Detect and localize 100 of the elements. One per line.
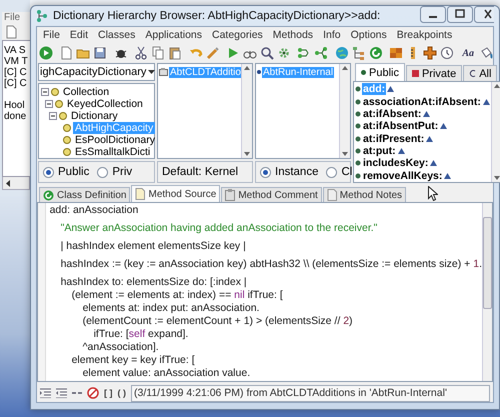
method-item[interactable]: at:ifAbsent:	[362, 108, 422, 120]
code-line: "Answer anAssociation having added anAssociation to the receiver."	[60, 222, 378, 235]
menu-item[interactable]: Methods	[268, 29, 318, 41]
category-icon	[257, 70, 261, 74]
collapse-icon[interactable]	[45, 100, 53, 108]
new-document-icon[interactable]	[59, 46, 74, 60]
grid-icon[interactable]	[389, 46, 403, 60]
code-line: (elementCount := elementCount + 1) > (elementsSize // 2)	[82, 315, 353, 328]
editor-tab[interactable]: Method Notes	[322, 187, 406, 202]
dropdown-caret-icon[interactable]	[148, 70, 156, 74]
menu-item[interactable]: Breakpoints	[392, 29, 458, 41]
method-item[interactable]: removeAllKeys:	[362, 170, 444, 182]
parenthesis-button[interactable]: ( )	[118, 388, 126, 398]
console-line: [C] C	[4, 78, 27, 89]
dot-icon	[361, 70, 366, 75]
globe-icon[interactable]	[334, 46, 349, 60]
collapse-icon[interactable]	[49, 112, 57, 120]
cross-grid-icon[interactable]	[423, 46, 437, 60]
radio-button[interactable]	[260, 166, 271, 178]
clipboard-icon	[225, 189, 236, 201]
maximize-button[interactable]	[447, 6, 473, 23]
code-line: ifTrue: [self expand].	[92, 328, 188, 341]
cut-icon[interactable]	[134, 46, 148, 60]
hook-icon	[469, 70, 476, 77]
tree-item[interactable]: KeyedCollection	[65, 98, 145, 110]
radio-label[interactable]: Public	[58, 166, 90, 178]
document-icon	[135, 188, 146, 200]
tree-item[interactable]: Collection	[61, 86, 112, 98]
scroll-down-icon[interactable]	[342, 152, 348, 156]
default-label: Default: Kernel	[162, 166, 238, 178]
tree-item[interactable]: EsSmalltalkDicti	[73, 146, 152, 158]
hierarchy-icon[interactable]	[352, 46, 366, 60]
clock-icon[interactable]	[440, 46, 454, 60]
menu-item[interactable]: Info	[318, 29, 346, 41]
dashes-icon[interactable]	[72, 391, 82, 395]
run-icon[interactable]	[39, 46, 53, 60]
connector-icon[interactable]	[297, 46, 312, 60]
radio-button[interactable]	[97, 166, 108, 178]
menu-item[interactable]: Options	[346, 29, 392, 41]
radio-label[interactable]: Priv	[112, 166, 132, 178]
radio-label[interactable]: Cl	[341, 166, 352, 178]
code-line: hashIndex to: elementsSize do: [:index |	[60, 276, 247, 289]
window-title: Dictionary Hierarchy Browser: AbtHighCapacityDictionary>>add:	[53, 10, 380, 22]
scroll-up-icon[interactable]	[494, 84, 500, 88]
scroll-up-icon[interactable]	[244, 66, 250, 70]
method-item[interactable]: includesKey:	[362, 157, 430, 170]
status-message: (3/11/1999 4:21:06 PM) from AbtCLDTAdditions in 'AbtRun-Internal'	[131, 384, 490, 402]
notes-icon	[326, 189, 337, 201]
code-line: (element := elements at: index) == nil ifTrue: [	[70, 289, 283, 302]
code-line: add: anAssociation	[50, 204, 138, 217]
method-item[interactable]: associationAt:ifAbsent:	[362, 96, 482, 108]
method-tab[interactable]: Private	[406, 65, 462, 81]
method-item[interactable]: at:ifAbsentPut:	[362, 120, 440, 132]
code-line: element key = key ifTrue: [	[70, 354, 195, 367]
triangle-icon	[398, 148, 405, 154]
editor-tab[interactable]: Method Source	[131, 185, 220, 202]
minimize-button[interactable]	[420, 6, 446, 23]
save-icon[interactable]	[93, 46, 108, 60]
method-tab[interactable]: All	[463, 65, 498, 81]
stop-icon[interactable]	[87, 387, 99, 399]
scroll-down-icon[interactable]	[494, 176, 500, 180]
menu-item[interactable]: Classes	[93, 29, 140, 41]
menu-item[interactable]: File	[38, 29, 65, 41]
collapse-icon[interactable]	[41, 88, 49, 96]
font-button[interactable]: Aa	[460, 48, 476, 58]
method-item[interactable]: at:ifPresent:	[362, 132, 426, 145]
editor-tab[interactable]: Class Definition	[39, 187, 130, 202]
radio-label[interactable]: Instance	[275, 166, 318, 178]
console-line: VM T	[4, 56, 28, 67]
console-line: done	[4, 111, 26, 122]
scroll-down-icon[interactable]	[244, 152, 250, 156]
outdent-icon[interactable]	[56, 388, 67, 398]
tree-app-icon	[36, 9, 48, 23]
method-item[interactable]: at:put:	[362, 145, 397, 158]
menu-item[interactable]: Categories	[207, 29, 268, 41]
radio-button[interactable]	[326, 166, 338, 178]
branch-icon[interactable]	[314, 46, 328, 60]
code-line: element value: anAssociation value.	[82, 367, 250, 380]
method-tab[interactable]: Public	[355, 63, 405, 81]
console-line: VA S	[4, 45, 26, 56]
menu-item[interactable]: Edit	[64, 29, 94, 41]
gear-icon[interactable]	[276, 46, 291, 60]
application-icon	[159, 68, 168, 76]
radio-button[interactable]	[43, 166, 54, 178]
console-line: [C] C	[4, 67, 27, 78]
tree-item[interactable]: Dictionary	[69, 110, 120, 122]
paste-icon[interactable]	[168, 46, 182, 60]
menu-item[interactable]: Applications	[140, 29, 207, 41]
editor-tab[interactable]: Method Comment	[221, 187, 322, 202]
code-line: hashIndex := (key := anAssociation key) abtHash32 \\ (elementsSize := elements size) + 1.	[60, 258, 482, 271]
search-icon[interactable]	[260, 46, 274, 60]
class-dropdown[interactable]: ighCapacityDictionary	[38, 63, 155, 81]
bracket-button[interactable]: [ ]	[104, 388, 112, 398]
tree-item[interactable]: EsPoolDictionary	[73, 134, 157, 146]
scroll-up-icon[interactable]	[342, 66, 348, 70]
close-button[interactable]	[474, 6, 494, 23]
indent-icon[interactable]	[40, 388, 51, 398]
scroll-left-icon[interactable]	[5, 180, 11, 186]
ring-icon[interactable]	[368, 46, 383, 60]
bucket-icon[interactable]	[479, 46, 494, 60]
